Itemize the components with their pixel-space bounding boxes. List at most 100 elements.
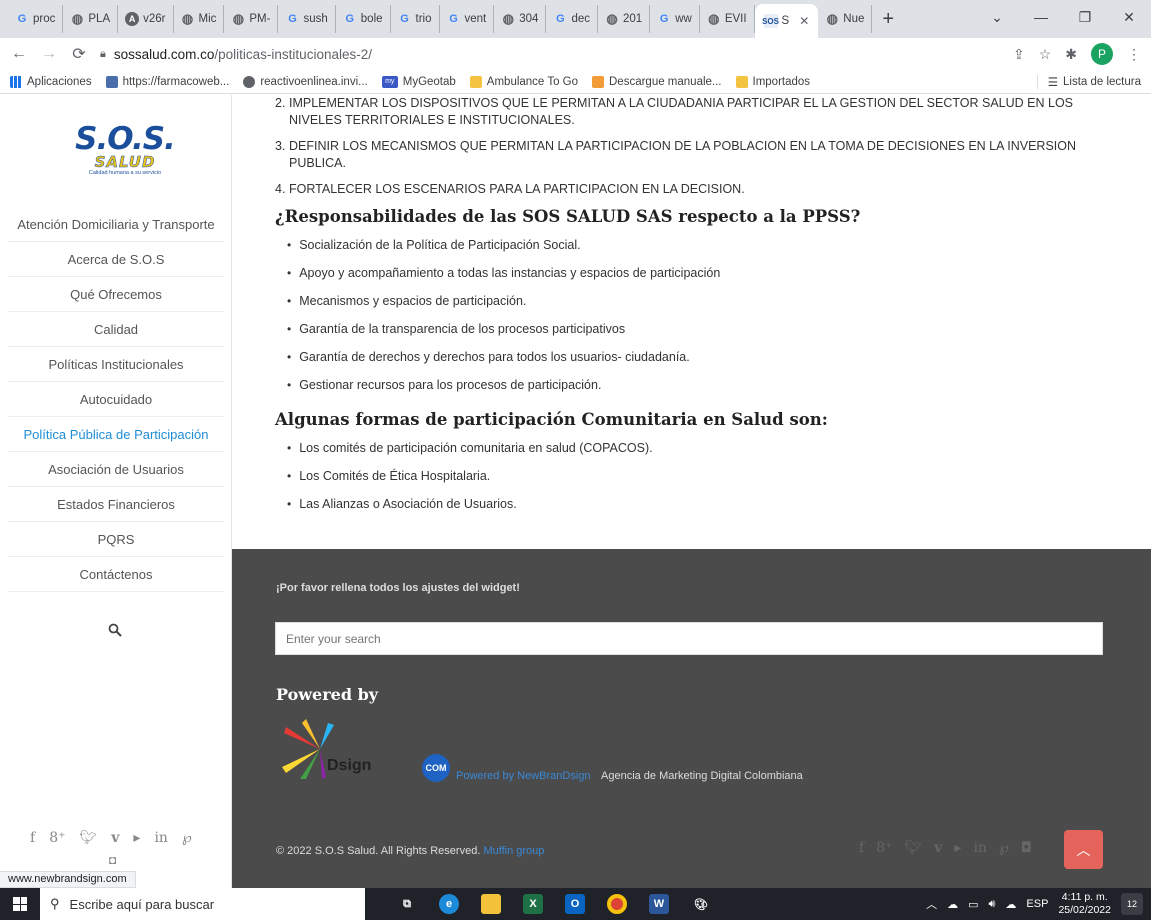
reload-button[interactable]: ⟳ bbox=[70, 44, 88, 64]
pinterest-icon[interactable]: ℘ bbox=[182, 830, 192, 846]
vimeo-icon[interactable]: v bbox=[934, 840, 942, 856]
sidebar-menu-item[interactable]: Acerca de S.O.S bbox=[8, 242, 224, 277]
facebook-icon[interactable]: f bbox=[30, 830, 35, 846]
footer-social-icons: f 8⁺ 🐦︎ v ▸ in ℘ ◘ bbox=[859, 840, 1032, 856]
taskbar-search[interactable]: ⚲ Escribe aquí para buscar bbox=[40, 888, 365, 920]
sidebar-menu-item[interactable]: Calidad bbox=[8, 312, 224, 347]
notification-center-icon[interactable]: 12 bbox=[1121, 893, 1143, 915]
youtube-icon[interactable]: ▸ bbox=[133, 830, 140, 846]
sidebar-menu-item[interactable]: Autocuidado bbox=[8, 382, 224, 417]
cloud-icon[interactable]: ☁ bbox=[1005, 898, 1016, 911]
bookmark-importados[interactable]: Importados bbox=[735, 75, 810, 88]
sidebar-menu-item[interactable]: Política Pública de Participación bbox=[8, 417, 224, 452]
new-tab-button[interactable]: + bbox=[872, 8, 904, 31]
profile-avatar[interactable]: P bbox=[1091, 43, 1113, 65]
tab-search-icon[interactable]: ⌄ bbox=[975, 9, 1019, 26]
instagram-icon[interactable]: ◘ bbox=[109, 853, 116, 867]
onedrive-icon[interactable]: ☁ bbox=[947, 898, 958, 911]
file-explorer-icon[interactable] bbox=[481, 894, 501, 914]
bookmark-reactivo[interactable]: reactivoenlinea.invi... bbox=[243, 75, 368, 88]
sidebar-menu-item[interactable]: Atención Domiciliaria y Transporte bbox=[8, 207, 224, 242]
site-icon bbox=[592, 75, 604, 88]
facebook-icon[interactable]: f bbox=[859, 840, 864, 856]
bookmark-mygeotab[interactable]: my MyGeotab bbox=[381, 75, 456, 88]
twitter-icon[interactable]: 🐦︎ bbox=[904, 840, 922, 856]
sidebar-menu-item[interactable]: Estados Financieros bbox=[8, 487, 224, 522]
browser-tab[interactable]: Gww bbox=[650, 5, 700, 33]
browser-tab[interactable]: Gdec bbox=[546, 5, 598, 33]
vimeo-icon[interactable]: v bbox=[111, 830, 119, 846]
tab-label: EVII bbox=[724, 13, 747, 25]
language-indicator[interactable]: ESP bbox=[1026, 898, 1048, 910]
site-logo[interactable]: S.O.S. SALUD Calidad humana a su servici… bbox=[75, 123, 176, 177]
browser-tab[interactable]: Gbole bbox=[336, 5, 391, 33]
powered-link[interactable]: Powered by NewBranDsign bbox=[456, 770, 591, 782]
browser-tab[interactable]: ◍ Mic bbox=[174, 5, 225, 33]
menu-kebab-icon[interactable]: ⋮ bbox=[1127, 46, 1141, 63]
ordered-list: 2. IMPLEMENTAR LOS DISPOSITIVOS QUE LE PE… bbox=[275, 95, 1111, 198]
browser-tab[interactable]: Gsush bbox=[278, 5, 336, 33]
word-icon[interactable]: W bbox=[649, 894, 669, 914]
list-item: • Mecanismos y espacios de participación. bbox=[287, 294, 527, 308]
network-icon[interactable]: ▭ bbox=[968, 898, 978, 911]
bookmark-manuales[interactable]: Descargue manuale... bbox=[592, 75, 722, 88]
browser-tab[interactable]: ◍ Nue bbox=[818, 5, 873, 33]
browser-tab[interactable]: ◍ EVII bbox=[700, 5, 755, 33]
browser-tab[interactable]: ◍ PM- bbox=[224, 5, 279, 33]
footer-search-input[interactable] bbox=[275, 622, 1103, 655]
browser-tab[interactable]: ◍ 201 bbox=[598, 5, 651, 33]
close-window-button[interactable]: ✕ bbox=[1107, 9, 1151, 26]
start-button[interactable] bbox=[0, 888, 40, 920]
bookmark-ambulance[interactable]: Ambulance To Go bbox=[469, 75, 578, 88]
browser-tab[interactable]: Gvent bbox=[440, 5, 495, 33]
volume-icon[interactable]: 🔊︎ bbox=[988, 898, 995, 911]
linkedin-icon[interactable]: in bbox=[973, 840, 987, 856]
browser-tab[interactable]: SOS S ✕ bbox=[754, 4, 819, 38]
linkedin-icon[interactable]: in bbox=[154, 830, 168, 846]
address-bar[interactable]: 🔒︎ sossalud.com.co/politicas-institucion… bbox=[100, 41, 1001, 67]
task-view-icon[interactable]: ⧉ bbox=[397, 894, 417, 914]
browser-tab[interactable]: Gproc bbox=[8, 5, 64, 33]
youtube-icon[interactable]: ▸ bbox=[954, 840, 961, 856]
bookmark-farmacoweb[interactable]: https://farmacoweb... bbox=[105, 75, 229, 88]
pinterest-icon[interactable]: ℘ bbox=[999, 840, 1009, 856]
paint-icon[interactable]: 🎨︎ bbox=[691, 894, 711, 914]
excel-icon[interactable]: X bbox=[523, 894, 543, 914]
back-button[interactable]: ← bbox=[10, 45, 28, 63]
close-tab-icon[interactable]: ✕ bbox=[799, 14, 809, 28]
extensions-icon[interactable]: ✱ bbox=[1065, 46, 1077, 63]
bookmark-star-icon[interactable]: ☆ bbox=[1039, 46, 1052, 63]
browser-tab[interactable]: ◍ 304 bbox=[494, 5, 547, 33]
googleplus-icon[interactable]: 8⁺ bbox=[876, 840, 892, 856]
share-icon[interactable]: ⇪ bbox=[1013, 46, 1025, 63]
folder-icon bbox=[735, 75, 748, 88]
sidebar-menu-item[interactable]: PQRS bbox=[8, 522, 224, 557]
sidebar-menu-item[interactable]: Qué Ofrecemos bbox=[8, 277, 224, 312]
tray-overflow-icon[interactable]: ︿ bbox=[926, 896, 937, 912]
browser-tab[interactable]: Gtrio bbox=[391, 5, 440, 33]
twitter-icon[interactable]: 🐦︎ bbox=[79, 830, 97, 846]
browser-tab[interactable]: Av26r bbox=[118, 5, 174, 33]
tab-favicon-icon: ◍ bbox=[232, 11, 245, 26]
search-icon[interactable] bbox=[108, 623, 122, 640]
back-to-top-button[interactable]: ︿ bbox=[1064, 830, 1103, 869]
windows-logo-icon bbox=[13, 897, 27, 911]
minimize-button[interactable]: — bbox=[1019, 9, 1063, 25]
googleplus-icon[interactable]: 8⁺ bbox=[49, 830, 65, 846]
clock[interactable]: 4:11 p. m. 25/02/2022 bbox=[1058, 891, 1111, 917]
forward-button[interactable]: → bbox=[40, 45, 58, 63]
sidebar-menu-item[interactable]: Contáctenos bbox=[8, 557, 224, 592]
restore-button[interactable]: ❐ bbox=[1063, 9, 1107, 26]
instagram-icon[interactable]: ◘ bbox=[1021, 840, 1032, 856]
outlook-icon[interactable]: O bbox=[565, 894, 585, 914]
chrome-icon[interactable] bbox=[607, 894, 627, 914]
edge-icon[interactable]: e bbox=[439, 894, 459, 914]
sidebar-menu-item[interactable]: Políticas Institucionales bbox=[8, 347, 224, 382]
reading-list-button[interactable]: ☰ Lista de lectura bbox=[1036, 74, 1141, 89]
sidebar-menu-item[interactable]: Asociación de Usuarios bbox=[8, 452, 224, 487]
tab-label: dec bbox=[571, 13, 590, 25]
muffin-group-link[interactable]: Muffin group bbox=[483, 845, 544, 857]
tab-favicon-icon: A bbox=[125, 12, 140, 26]
bookmark-apps[interactable]: Aplicaciones bbox=[10, 75, 92, 88]
browser-tab[interactable]: ◍ PLA bbox=[63, 5, 119, 33]
